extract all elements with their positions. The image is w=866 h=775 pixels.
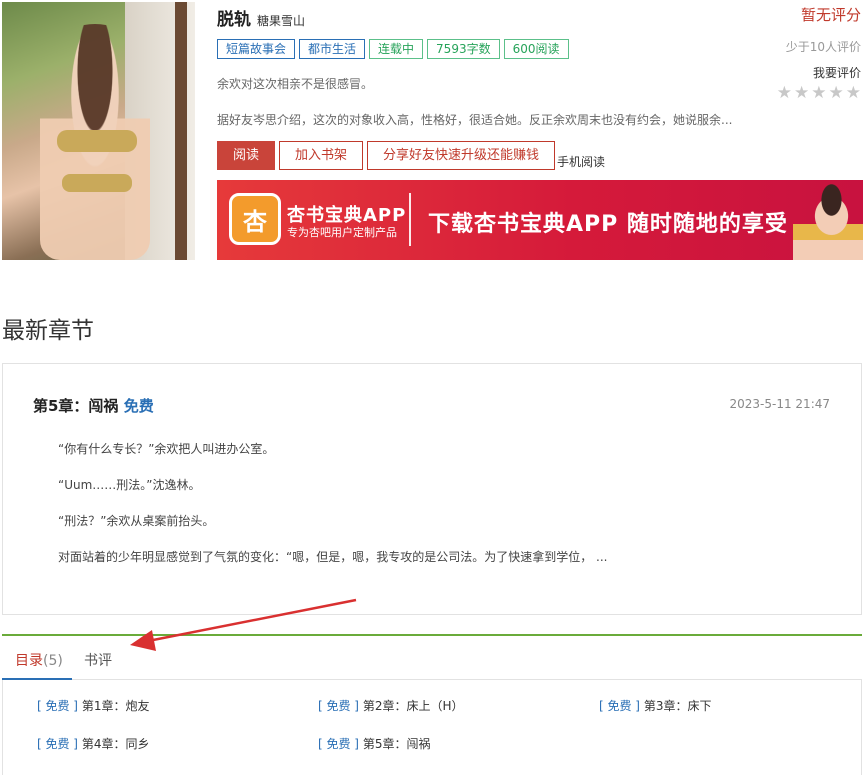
chapter-title[interactable]: 第3章：床下: [644, 699, 712, 713]
chapter-list-item[interactable]: [ 免费 ] 第4章：同乡: [37, 735, 149, 752]
chapter-free-badge: [ 免费 ]: [318, 737, 359, 751]
latest-chapter-paragraph: “你有什么专长？”余欢把人叫进办公室。: [58, 442, 275, 456]
cover-detail: [62, 174, 132, 192]
tab-reviews[interactable]: 书评: [84, 650, 112, 670]
book-tags: 短篇故事会 都市生活 连载中 7593字数 600阅读: [217, 39, 569, 59]
rating-panel: 暂无评分 少于10人评价 我要评价 ★ ★ ★ ★ ★: [777, 4, 861, 102]
tag-category[interactable]: 短篇故事会: [217, 39, 296, 59]
rating-status: 暂无评分: [800, 6, 861, 24]
chapter-free-badge: [ 免费 ]: [318, 699, 359, 713]
cover-door-frame: [175, 2, 187, 260]
star-icon[interactable]: ★: [794, 84, 809, 102]
latest-chapter-paragraph: “刑法？”余欢从桌案前抬头。: [58, 514, 215, 528]
book-title-row: 脱轨 糖果雪山: [217, 5, 305, 30]
tab-catalog-label: 目录: [15, 653, 43, 669]
tab-catalog[interactable]: 目录(5): [15, 650, 63, 670]
star-icon[interactable]: ★: [846, 84, 861, 102]
chapter-list-item[interactable]: [ 免费 ] 第5章：闯祸: [318, 735, 430, 752]
rating-stars[interactable]: ★ ★ ★ ★ ★: [777, 84, 861, 102]
app-logo-icon: 杏: [229, 193, 281, 245]
banner-slogan: 下载杏书宝典APP 随时随地的享受: [428, 212, 788, 237]
chapter-title[interactable]: 第4章：同乡: [82, 737, 150, 751]
chapter-free-badge: [ 免费 ]: [599, 699, 640, 713]
banner-model-image: [793, 180, 863, 260]
tag-genre[interactable]: 都市生活: [299, 39, 366, 59]
tag-read-count: 600阅读: [503, 39, 569, 59]
star-icon[interactable]: ★: [777, 84, 792, 102]
banner-divider: [409, 193, 411, 246]
latest-chapter-date: 2023-5-11 21:47: [729, 397, 831, 411]
content-tabbar: 目录(5) 书评: [2, 634, 862, 680]
chapter-list: [ 免费 ] 第1章：炮友 [ 免费 ] 第2章：床上（H） [ 免费 ] 第3…: [2, 680, 862, 775]
tag-word-count: 7593字数: [427, 39, 500, 59]
chapter-free-badge: [ 免费 ]: [37, 699, 78, 713]
star-icon[interactable]: ★: [811, 84, 826, 102]
latest-section-title: 最新章节: [2, 318, 94, 344]
star-icon[interactable]: ★: [829, 84, 844, 102]
cover-detail: [57, 130, 137, 152]
chapter-list-item[interactable]: [ 免费 ] 第3章：床下: [599, 697, 711, 714]
chapter-title[interactable]: 第2章：床上（H）: [363, 699, 464, 713]
rating-count-note: 少于10人评价: [785, 40, 861, 54]
chapter-list-item[interactable]: [ 免费 ] 第1章：炮友: [37, 697, 149, 714]
book-title: 脱轨: [217, 10, 251, 30]
mobile-read-link[interactable]: 手机阅读: [557, 154, 605, 170]
latest-chapter-free-label: 免费: [123, 397, 154, 415]
chapter-title[interactable]: 第1章：炮友: [82, 699, 150, 713]
latest-chapter-heading[interactable]: 第5章：闯祸 免费: [33, 395, 154, 416]
banner-app-subtitle: 专为杏吧用户定制产品: [287, 226, 397, 239]
add-to-shelf-button[interactable]: 加入书架: [279, 141, 364, 170]
app-download-banner[interactable]: 杏 杏书宝典APP 专为杏吧用户定制产品 下载杏书宝典APP 随时随地的享受: [217, 180, 863, 260]
book-author[interactable]: 糖果雪山: [257, 12, 305, 29]
book-tagline: 余欢对这次相亲不是很感冒。: [217, 77, 374, 91]
book-actions: 阅读 加入书架 分享好友快速升级还能赚钱 手机阅读: [217, 141, 605, 170]
chapter-free-badge: [ 免费 ]: [37, 737, 78, 751]
latest-chapter-title[interactable]: 第5章：闯祸: [33, 397, 118, 415]
share-button[interactable]: 分享好友快速升级还能赚钱: [367, 141, 556, 170]
tag-status: 连载中: [369, 39, 424, 59]
chapter-list-item[interactable]: [ 免费 ] 第2章：床上（H）: [318, 697, 464, 714]
latest-chapter-paragraph: “Uum……刑法。”沈逸林。: [58, 478, 201, 492]
book-intro: 据好友岑思介绍，这次的对象收入高，性格好，很适合她。反正余欢周末也没有约会，她说…: [217, 113, 733, 127]
latest-chapter-paragraph: 对面站着的少年明显感觉到了气氛的变化：“嗯，但是，嗯，我专攻的是公司法。为了快速…: [58, 550, 608, 564]
tab-catalog-count: (5): [43, 653, 63, 669]
rate-link[interactable]: 我要评价: [777, 64, 861, 81]
latest-chapter-card: 第5章：闯祸 免费 2023-5-11 21:47 “你有什么专长？”余欢把人叫…: [2, 363, 862, 615]
book-cover-image[interactable]: [2, 2, 195, 260]
chapter-title[interactable]: 第5章：闯祸: [363, 737, 431, 751]
read-button[interactable]: 阅读: [217, 141, 276, 170]
